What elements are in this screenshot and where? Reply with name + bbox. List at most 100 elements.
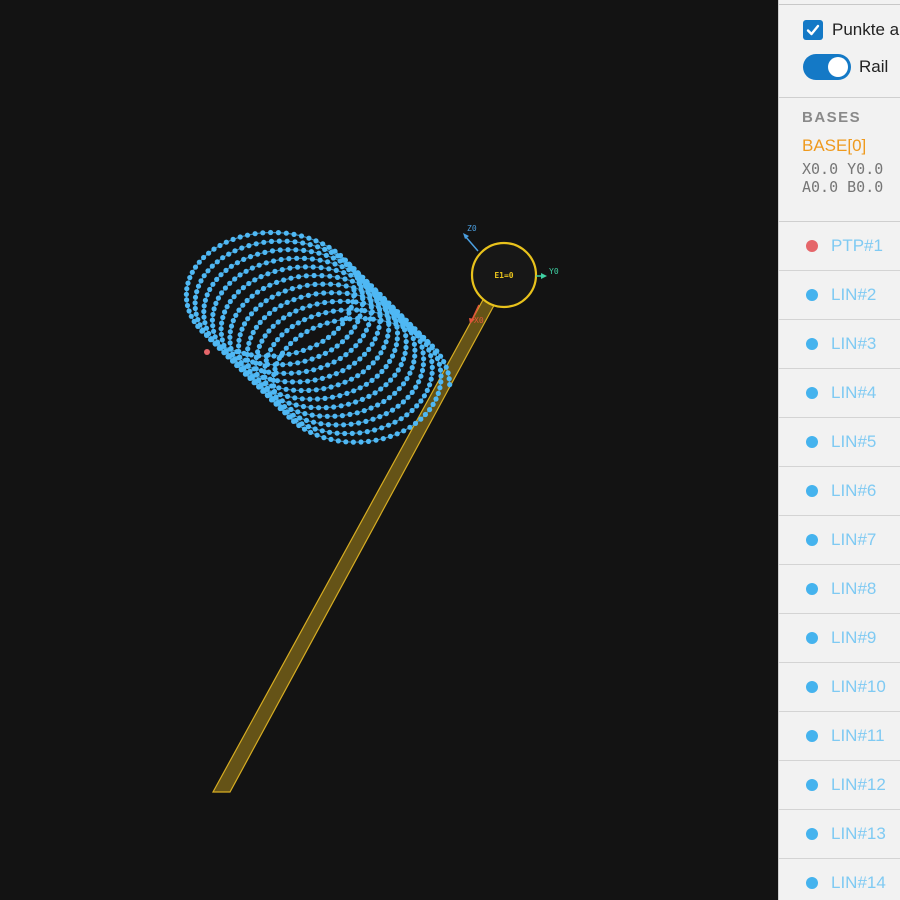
start-point-marker[interactable]	[204, 349, 210, 355]
point-list-item[interactable]: LIN#2	[779, 271, 900, 320]
3d-viewport[interactable]: E1=0 Z0 Y0 X0	[0, 0, 778, 900]
point-label: LIN#4	[831, 383, 877, 402]
trajectory-point	[392, 372, 398, 378]
trajectory-point	[409, 365, 415, 371]
trajectory-point	[281, 277, 287, 283]
trajectory-point	[302, 411, 308, 417]
trajectory-point	[352, 360, 358, 366]
trajectory-point	[389, 353, 396, 359]
point-list-item[interactable]: LIN#3	[779, 320, 900, 369]
trajectory-point	[358, 439, 364, 445]
point-list-item[interactable]: LIN#6	[779, 467, 900, 516]
trajectory-point	[334, 343, 340, 349]
trajectory-point	[312, 281, 318, 287]
trajectory-point	[273, 394, 279, 400]
trajectory-point	[420, 350, 426, 356]
point-list-item[interactable]: LIN#13	[779, 810, 900, 859]
bases-title: BASES	[802, 109, 862, 126]
trajectory-point	[354, 410, 360, 416]
point-list-item[interactable]: LIN#7	[779, 516, 900, 565]
trajectory-point	[292, 239, 298, 245]
z-axis-arrow-icon	[463, 233, 469, 239]
trajectory-point	[253, 354, 259, 361]
trajectory-point	[234, 260, 240, 266]
trajectory-point	[396, 386, 402, 392]
trajectory-point	[207, 286, 213, 293]
base-name[interactable]: BASE[0]	[802, 136, 883, 156]
trajectory-point	[227, 298, 233, 305]
point-list-item[interactable]: LIN#10	[779, 663, 900, 712]
rail-toggle-label: Rail	[859, 57, 889, 76]
trajectory-point	[377, 414, 383, 420]
trajectory-point	[438, 373, 444, 379]
trajectory-point	[245, 363, 251, 369]
trajectory-point	[434, 348, 440, 354]
trajectory-point	[306, 235, 312, 241]
trajectory-point	[287, 361, 293, 367]
trajectory-point	[446, 376, 452, 382]
trajectory-point	[314, 342, 320, 348]
point-list-item[interactable]: LIN#4	[779, 369, 900, 418]
point-list-item[interactable]: PTP#1	[779, 222, 900, 271]
point-list-item[interactable]: LIN#8	[779, 565, 900, 614]
trajectory-point	[335, 382, 341, 388]
trajectory-point	[284, 238, 290, 244]
trajectory-point	[353, 299, 359, 305]
point-list-item[interactable]: LIN#12	[779, 761, 900, 810]
trajectory-point	[219, 290, 225, 296]
trajectory-point	[333, 422, 339, 428]
trajectory-point	[370, 316, 376, 322]
trajectory-point	[394, 336, 400, 342]
trajectory-point	[310, 264, 316, 270]
trajectory-point	[214, 259, 220, 265]
trajectory-point	[318, 265, 324, 271]
trajectory-point	[438, 379, 444, 385]
trajectory-point	[261, 239, 267, 245]
trajectory-point	[275, 230, 281, 236]
trajectory-point	[338, 307, 344, 313]
trajectory-point	[392, 419, 398, 425]
scene-canvas[interactable]: E1=0 Z0 Y0 X0	[0, 0, 778, 900]
trajectory-point	[289, 323, 295, 330]
show-points-checkbox[interactable]	[803, 20, 823, 40]
trajectory-point	[270, 323, 276, 329]
trajectory-point	[398, 318, 404, 324]
trajectory-point	[321, 290, 327, 296]
show-points-option[interactable]: Punkte a	[803, 20, 899, 40]
trajectory-point	[360, 369, 366, 375]
trajectory-point	[186, 308, 192, 314]
trajectory-point	[322, 395, 328, 401]
trajectory-point	[253, 366, 259, 372]
point-list-item[interactable]: LIN#5	[779, 418, 900, 467]
trajectory-point	[413, 384, 419, 390]
rail-toggle[interactable]	[803, 54, 851, 80]
trajectory-point	[298, 294, 304, 300]
trajectory-point	[312, 377, 318, 383]
trajectory-point	[268, 347, 274, 353]
trajectory-point	[243, 268, 249, 274]
trajectory-point	[429, 364, 435, 370]
trajectory-point	[249, 373, 255, 380]
trajectory-point	[350, 439, 356, 445]
trajectory-point	[211, 328, 217, 334]
trajectory-point	[429, 370, 435, 376]
trajectory-point	[319, 375, 325, 381]
trajectory-point	[185, 280, 191, 286]
trajectory-point	[254, 371, 260, 377]
trajectory-point	[381, 344, 387, 350]
trajectory-point	[359, 293, 365, 299]
rail-option[interactable]: Rail	[803, 54, 888, 80]
trajectory-point	[348, 329, 354, 335]
trajectory-point	[233, 312, 239, 318]
trajectory-point	[405, 394, 411, 400]
trajectory-point	[375, 402, 381, 408]
point-list-item[interactable]: LIN#9	[779, 614, 900, 663]
point-list-item[interactable]: LIN#14	[779, 859, 900, 900]
y-axis-arrow-icon	[541, 273, 547, 279]
trajectory-point	[346, 267, 352, 273]
trajectory-point	[236, 348, 242, 355]
point-list-item[interactable]: LIN#11	[779, 712, 900, 761]
trajectory-point	[300, 240, 306, 246]
trajectory-point	[299, 396, 305, 402]
trajectory-point	[255, 349, 261, 355]
